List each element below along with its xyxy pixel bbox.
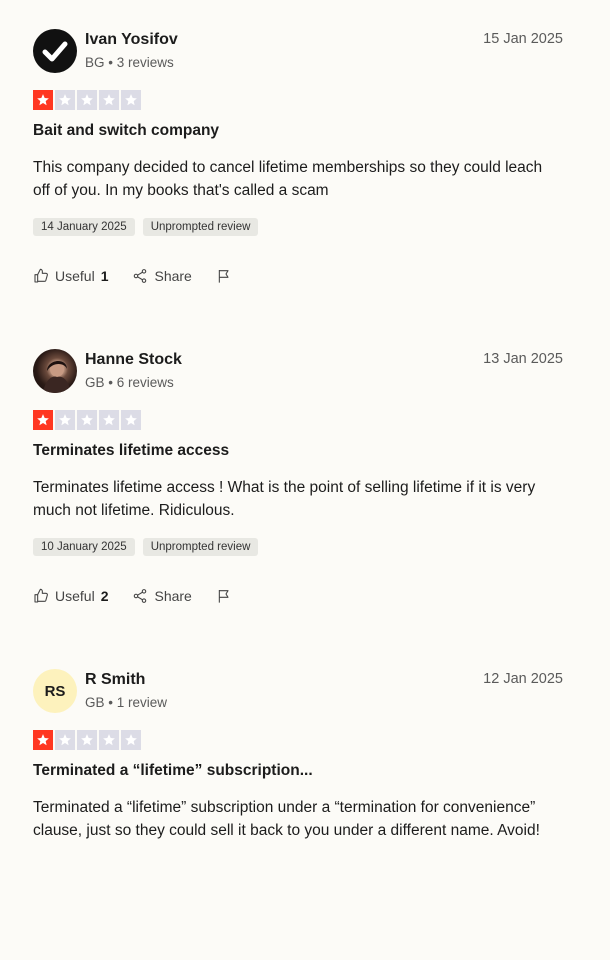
experience-date-tag: 14 January 2025 bbox=[33, 218, 135, 236]
reviewer-name[interactable]: Hanne Stock bbox=[85, 351, 182, 369]
share-label: Share bbox=[154, 588, 192, 604]
star-icon bbox=[121, 90, 141, 110]
star-icon bbox=[33, 410, 53, 430]
avatar[interactable] bbox=[33, 29, 77, 73]
useful-count: 1 bbox=[100, 268, 109, 284]
useful-count: 2 bbox=[100, 588, 109, 604]
profile-photo bbox=[43, 360, 71, 393]
star-rating bbox=[33, 410, 141, 430]
avatar-initials: RS bbox=[44, 682, 66, 700]
share-icon bbox=[134, 269, 147, 283]
star-icon bbox=[55, 410, 75, 430]
report-button[interactable] bbox=[216, 588, 232, 604]
star-icon bbox=[99, 90, 119, 110]
reviewer-meta: GB • 6 reviews bbox=[85, 375, 174, 390]
report-button[interactable] bbox=[216, 268, 232, 284]
review-actions: Useful 2 Share bbox=[33, 588, 256, 604]
review-date: 15 Jan 2025 bbox=[483, 31, 563, 47]
star-icon bbox=[55, 730, 75, 750]
review-type-tag[interactable]: Unprompted review bbox=[142, 538, 259, 556]
review-date: 13 Jan 2025 bbox=[483, 351, 563, 367]
avatar[interactable]: RS bbox=[33, 669, 77, 713]
review-tags: 14 January 2025 Unprompted review bbox=[33, 218, 259, 236]
useful-button[interactable]: Useful 2 bbox=[33, 588, 108, 604]
star-icon bbox=[99, 410, 119, 430]
experience-date-tag: 10 January 2025 bbox=[33, 538, 135, 556]
review-card: Ivan Yosifov BG • 3 reviews 15 Jan 2025 … bbox=[0, 0, 610, 320]
review-title[interactable]: Terminates lifetime access bbox=[33, 442, 229, 460]
star-rating bbox=[33, 730, 141, 750]
star-icon bbox=[99, 730, 119, 750]
reviewer-meta: BG • 3 reviews bbox=[85, 55, 174, 70]
review-title[interactable]: Bait and switch company bbox=[33, 122, 219, 140]
star-icon bbox=[77, 90, 97, 110]
avatar[interactable] bbox=[33, 349, 77, 393]
share-label: Share bbox=[154, 268, 192, 284]
thumbs-up-icon bbox=[34, 588, 48, 603]
star-icon bbox=[121, 410, 141, 430]
reviewer-name[interactable]: Ivan Yosifov bbox=[85, 31, 178, 49]
reviewer-name[interactable]: R Smith bbox=[85, 671, 145, 689]
star-icon bbox=[55, 90, 75, 110]
star-icon bbox=[33, 90, 53, 110]
review-date: 12 Jan 2025 bbox=[483, 671, 563, 687]
star-icon bbox=[77, 730, 97, 750]
check-icon bbox=[42, 41, 68, 62]
thumbs-up-icon bbox=[34, 268, 48, 283]
review-actions: Useful 1 Share bbox=[33, 268, 256, 284]
useful-label: Useful bbox=[55, 268, 95, 284]
review-title[interactable]: Terminated a “lifetime” subscription... bbox=[33, 762, 313, 780]
share-icon bbox=[134, 589, 147, 603]
useful-button[interactable]: Useful 1 bbox=[33, 268, 108, 284]
useful-label: Useful bbox=[55, 588, 95, 604]
review-body: Terminates lifetime access ! What is the… bbox=[33, 479, 536, 519]
flag-icon bbox=[218, 270, 229, 283]
review-body: Terminated a “lifetime” subscription und… bbox=[33, 799, 540, 839]
review-card: Hanne Stock GB • 6 reviews 13 Jan 2025 T… bbox=[0, 320, 610, 640]
share-button[interactable]: Share bbox=[132, 588, 192, 604]
share-button[interactable]: Share bbox=[132, 268, 192, 284]
star-rating bbox=[33, 90, 141, 110]
star-icon bbox=[33, 730, 53, 750]
review-type-tag[interactable]: Unprompted review bbox=[142, 218, 259, 236]
star-icon bbox=[121, 730, 141, 750]
reviewer-meta: GB • 1 review bbox=[85, 695, 168, 710]
flag-icon bbox=[218, 590, 229, 603]
star-icon bbox=[77, 410, 97, 430]
review-tags: 10 January 2025 Unprompted review bbox=[33, 538, 259, 556]
review-body: This company decided to cancel lifetime … bbox=[33, 159, 543, 199]
review-card: RS R Smith GB • 1 review 12 Jan 2025 Ter… bbox=[0, 640, 610, 960]
